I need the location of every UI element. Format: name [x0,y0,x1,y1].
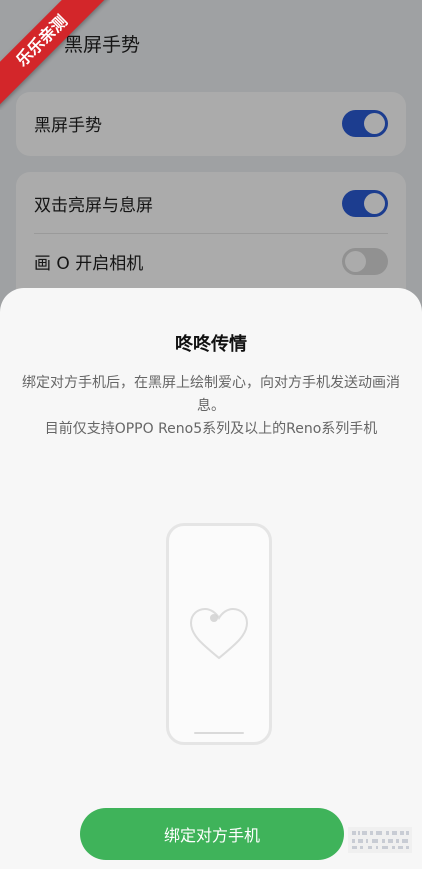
watermark-ribbon: 乐乐亲测 [0,0,110,110]
heart-icon [189,607,249,660]
description-line: 目前仅支持OPPO Reno5系列及以上的Reno系列手机 [44,421,378,437]
sheet-description: 绑定对方手机后，在黑屏上绘制爱心，向对方手机发送动画消息。 目前仅支持OPPO … [22,372,400,441]
description-line: 绑定对方手机后，在黑屏上绘制爱心，向对方手机发送动画消息。 [22,375,400,414]
watermark-text: 乐乐亲测 [0,0,110,109]
bottom-sheet: 咚咚传情 绑定对方手机后，在黑屏上绘制爱心，向对方手机发送动画消息。 目前仅支持… [0,288,422,869]
phone-illustration [166,523,272,745]
corner-watermark-icon [348,827,412,853]
bind-phone-button[interactable]: 绑定对方手机 [80,808,344,860]
sheet-title: 咚咚传情 [175,334,247,355]
home-indicator [194,732,244,734]
